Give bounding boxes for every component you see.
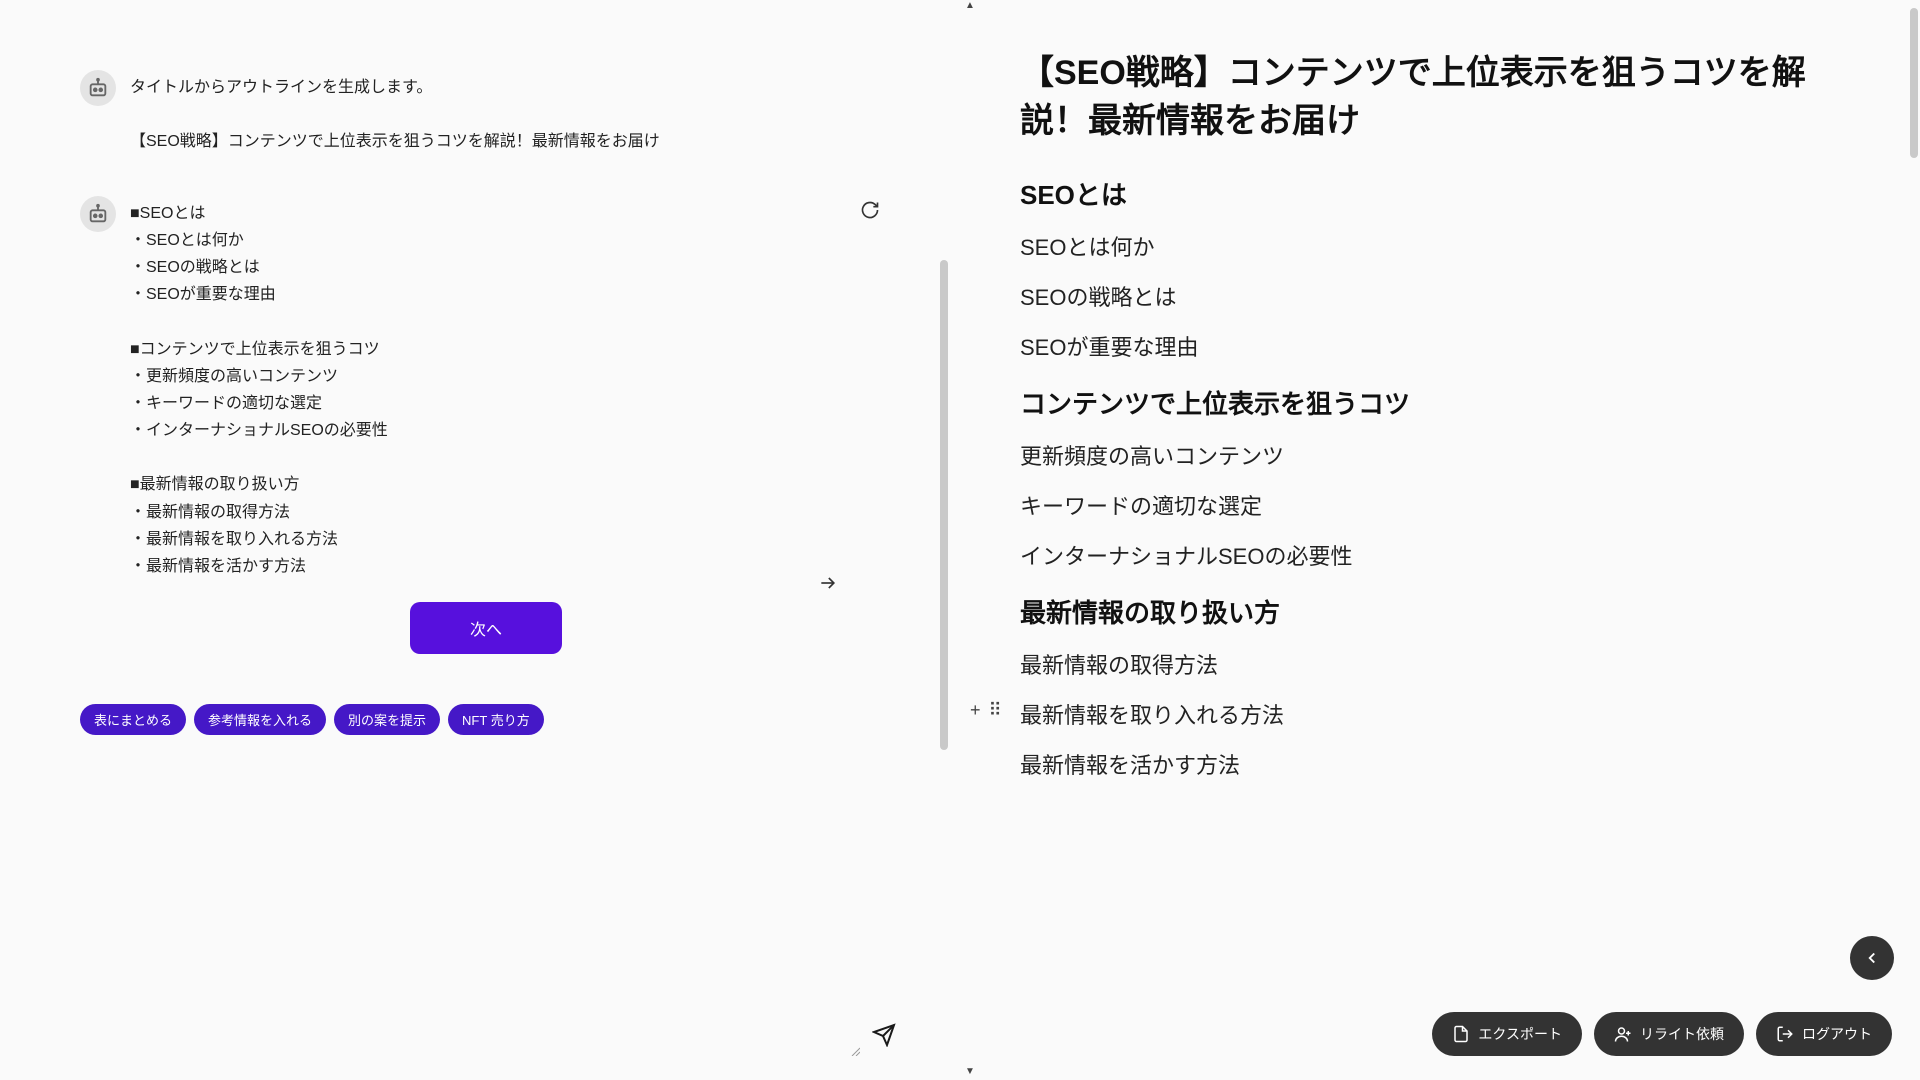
forward-icon[interactable] <box>818 573 838 598</box>
suggestion-chip[interactable]: 別の案を提示 <box>334 704 440 735</box>
drag-handle-icon[interactable]: ⠿ <box>989 700 1000 721</box>
message-line <box>130 308 920 335</box>
rewrite-label: リライト依頼 <box>1640 1024 1724 1044</box>
message-line: ・SEOが重要な理由 <box>130 281 920 308</box>
collapse-fab[interactable] <box>1850 936 1894 980</box>
message-line: ・インターナショナルSEOの必要性 <box>130 417 920 444</box>
message-line: ・SEOとは何か <box>130 227 920 254</box>
add-heading-icon[interactable]: + <box>970 700 981 721</box>
heading-h3[interactable]: インターナショナルSEOの必要性 <box>1020 539 1850 571</box>
logout-icon <box>1776 1025 1794 1043</box>
heading-h3[interactable]: SEOとは何か <box>1020 230 1850 262</box>
chat-scrollbar[interactable] <box>940 260 948 750</box>
rewrite-button[interactable]: リライト依頼 <box>1594 1012 1744 1056</box>
logout-button[interactable]: ログアウト <box>1756 1012 1892 1056</box>
export-label: エクスポート <box>1478 1024 1562 1044</box>
heading-h3[interactable]: キーワードの適切な選定 <box>1020 489 1850 521</box>
heading-h3[interactable]: SEOが重要な理由 <box>1020 330 1850 362</box>
message-line: ・更新頻度の高いコンテンツ <box>130 363 920 390</box>
suggestion-chips: 表にまとめる参考情報を入れる別の案を提示 NFT 売り方 <box>80 704 920 735</box>
document-icon <box>1452 1025 1470 1043</box>
message-line: ・最新情報を活かす方法 <box>130 553 920 580</box>
message-line: ・SEOの戦略とは <box>130 254 920 281</box>
heading-h3[interactable]: 最新情報の取得方法 <box>1020 648 1850 680</box>
logout-label: ログアウト <box>1802 1024 1872 1044</box>
message-line <box>130 444 920 471</box>
chat-panel: タイトルからアウトラインを生成します。 【SEO戦略】コンテンツで上位表示を狙う… <box>0 0 960 1080</box>
heading-h3[interactable]: SEOの戦略とは <box>1020 280 1850 312</box>
message-line: ■最新情報の取り扱い方 <box>130 471 920 498</box>
refresh-icon[interactable] <box>860 200 880 225</box>
message-line: ・最新情報を取り入れる方法 <box>130 526 920 553</box>
resize-handle <box>850 1046 860 1056</box>
chat-input-area[interactable] <box>80 1000 920 1070</box>
suggestion-chip[interactable]: 表にまとめる <box>80 704 186 735</box>
export-button[interactable]: エクスポート <box>1432 1012 1582 1056</box>
bottom-action-bar: エクスポート リライト依頼 ログアウト <box>1432 1012 1892 1056</box>
heading-h3[interactable]: +⠿最新情報を取り入れる方法 <box>970 698 1850 730</box>
message-line: ■SEOとは <box>130 200 920 227</box>
chat-message: ■SEOとは・SEOとは何か・SEOの戦略とは・SEOが重要な理由 ■コンテンツ… <box>80 196 920 655</box>
heading-h2[interactable]: 最新情報の取り扱い方 <box>1020 593 1850 630</box>
user-icon <box>1614 1025 1632 1043</box>
message-line: ・キーワードの適切な選定 <box>130 390 920 417</box>
heading-h2[interactable]: コンテンツで上位表示を狙うコツ <box>1020 384 1850 421</box>
doc-scrollbar[interactable] <box>1910 8 1918 158</box>
heading-h3[interactable]: 最新情報を活かす方法 <box>1020 748 1850 780</box>
message-line: タイトルからアウトラインを生成します。 <box>130 74 920 101</box>
next-button[interactable]: 次へ <box>410 602 562 654</box>
heading-text[interactable]: 最新情報を取り入れる方法 <box>1020 703 1284 728</box>
suggestion-chip[interactable]: 参考情報を入れる <box>194 704 326 735</box>
suggestion-chip[interactable]: NFT 売り方 <box>448 704 544 735</box>
message-content: タイトルからアウトラインを生成します。 【SEO戦略】コンテンツで上位表示を狙う… <box>130 70 920 156</box>
document-title[interactable]: 【SEO戦略】コンテンツで上位表示を狙うコツを解説！最新情報をお届け <box>1020 50 1850 145</box>
heading-h2[interactable]: SEOとは <box>1020 175 1850 212</box>
message-content: ■SEOとは・SEOとは何か・SEOの戦略とは・SEOが重要な理由 ■コンテンツ… <box>130 196 920 655</box>
message-line: ・最新情報の取得方法 <box>130 499 920 526</box>
message-line: 【SEO戦略】コンテンツで上位表示を狙うコツを解説！最新情報をお届け <box>130 128 920 155</box>
document-panel: 【SEO戦略】コンテンツで上位表示を狙うコツを解説！最新情報をお届け SEOとは… <box>960 0 1920 1080</box>
heading-hover-controls: +⠿ <box>970 700 1000 721</box>
heading-h3[interactable]: 更新頻度の高いコンテンツ <box>1020 439 1850 471</box>
bot-avatar <box>80 70 116 106</box>
chat-message: タイトルからアウトラインを生成します。 【SEO戦略】コンテンツで上位表示を狙う… <box>80 70 920 156</box>
message-line: ■コンテンツで上位表示を狙うコツ <box>130 336 920 363</box>
message-line <box>130 101 920 128</box>
chat-messages: タイトルからアウトラインを生成します。 【SEO戦略】コンテンツで上位表示を狙う… <box>80 10 920 1000</box>
document-outline: SEOとは SEOとは何か SEOの戦略とは SEOが重要な理由コンテンツで上位表示を… <box>1020 175 1850 780</box>
send-button[interactable] <box>872 1023 896 1052</box>
bot-avatar <box>80 196 116 232</box>
